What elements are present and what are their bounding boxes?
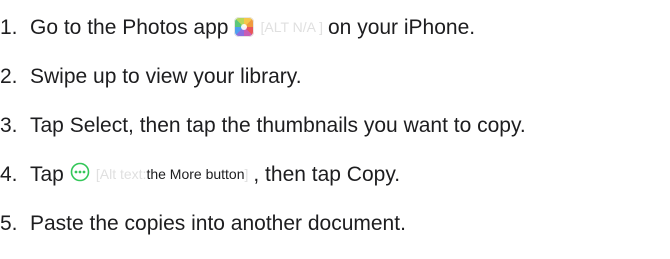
step-text: Swipe up to view your library.: [30, 64, 302, 88]
more-icon: [70, 162, 90, 186]
step-text: on your iPhone.: [328, 15, 476, 39]
step-text: , then tap Copy.: [253, 162, 401, 186]
step-number: 3.: [0, 113, 18, 137]
step-text: Go to the Photos app: [30, 15, 229, 39]
step-number: 1.: [0, 15, 18, 39]
step-number: 4.: [0, 162, 18, 186]
step-number: 5.: [0, 211, 18, 235]
photos-app-icon: [234, 17, 255, 37]
alt-text-suffix: ]: [244, 166, 249, 182]
step-1: 1. Go to the Photos app [ALT N/A ] on yo…: [0, 11, 475, 43]
step-text: Tap: [30, 162, 64, 186]
step-number: 2.: [0, 64, 18, 88]
step-5: 5. Paste the copies into another documen…: [0, 207, 406, 239]
alt-text-value: the More button: [146, 166, 245, 182]
step-text: Tap Select, then tap the thumbnails you …: [30, 113, 526, 137]
instruction-list: 1. Go to the Photos app [ALT N/A ] on yo…: [0, 0, 670, 259]
step-text: Paste the copies into another document.: [30, 211, 406, 235]
step-3: 3. Tap Select, then tap the thumbnails y…: [0, 109, 526, 141]
alt-text-placeholder: [ALT N/A ]: [260, 19, 323, 35]
step-4: 4. Tap [Alt text: the More button ] , th…: [0, 158, 400, 190]
alt-text-prefix: [Alt text:: [95, 166, 147, 182]
step-2: 2. Swipe up to view your library.: [0, 60, 302, 92]
more-icon-graphic: [70, 162, 90, 182]
